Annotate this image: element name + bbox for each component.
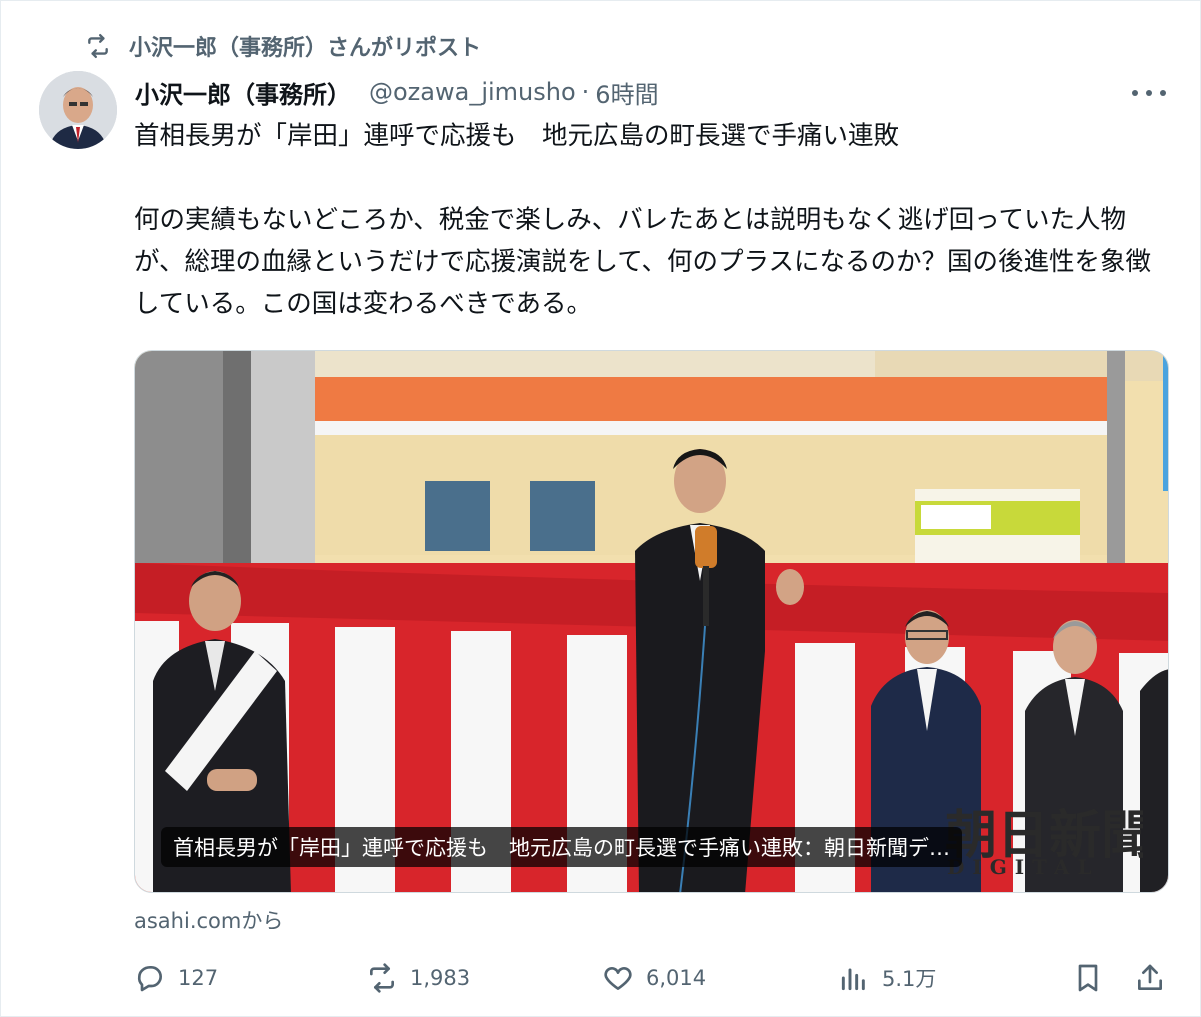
repost-label: 小沢一郎（事務所）さんがリポスト <box>129 36 482 61</box>
author-name[interactable]: 小沢一郎（事務所） <box>135 75 351 110</box>
card-caption[interactable]: 首相長男が「岸田」連呼で応援も 地元広島の町長選で手痛い連敗：朝日新聞デ… <box>161 827 962 867</box>
tweet-card[interactable]: 小沢一郎（事務所）さんがリポスト 小沢一郎（事務所） @ozawa_jimush… <box>0 0 1201 1017</box>
repost-icon <box>88 33 108 59</box>
repost-indicator[interactable]: 小沢一郎（事務所）さんがリポスト <box>85 31 481 61</box>
repost-icon <box>370 963 394 993</box>
views-count: 5.1万 <box>882 967 937 991</box>
card-caption-text: 首相長男が「岸田」連呼で応援も 地元広島の町長選で手痛い連敗：朝日新聞デ… <box>173 836 950 860</box>
reply-button[interactable]: 127 <box>134 956 218 1000</box>
tweet-paragraph: 何の実績もないどころか、税金で楽しみ、バレたあとは説明もなく逃げ回っていた人物が… <box>134 205 1151 319</box>
share-button[interactable] <box>1134 956 1178 1000</box>
link-card-image[interactable]: 朝日新聞 DIGITAL 首相長男が「岸田」連呼で応援も 地元広島の町長選で手痛… <box>134 350 1169 893</box>
tweet-text: 首相長男が「岸田」連呼で応援も 地元広島の町長選で手痛い連敗 何の実績もないどこ… <box>134 115 1164 325</box>
bookmark-icon <box>1078 964 1098 992</box>
share-icon <box>1138 964 1162 990</box>
author-handle[interactable]: @ozawa_jimusho <box>369 78 576 106</box>
like-count: 6,014 <box>646 966 707 990</box>
link-source[interactable]: asahi.comから <box>134 905 283 935</box>
watermark-sub: DIGITAL <box>947 855 1100 879</box>
more-dot <box>1146 90 1152 96</box>
separator-dot: · <box>581 78 590 106</box>
more-dot <box>1132 90 1138 96</box>
action-bar: 127 1,983 6,014 5.1万 <box>134 956 1169 1000</box>
repost-button[interactable]: 1,983 <box>366 956 470 1000</box>
like-button[interactable]: 6,014 <box>602 956 706 1000</box>
heart-icon <box>604 967 632 990</box>
analytics-icon <box>841 968 865 991</box>
repost-count: 1,983 <box>410 966 471 990</box>
avatar[interactable] <box>39 71 117 149</box>
reply-count: 127 <box>178 966 219 990</box>
timestamp[interactable]: 6時間 <box>595 75 658 110</box>
bookmark-button[interactable] <box>1072 956 1116 1000</box>
more-options-button[interactable] <box>1132 79 1166 107</box>
tweet-header: 小沢一郎（事務所） @ozawa_jimusho · 6時間 <box>135 73 659 111</box>
views-button[interactable]: 5.1万 <box>838 956 936 1000</box>
reply-icon <box>137 966 162 992</box>
more-dot <box>1160 90 1166 96</box>
tweet-headline: 首相長男が「岸田」連呼で応援も 地元広島の町長選で手痛い連敗 <box>134 121 900 151</box>
